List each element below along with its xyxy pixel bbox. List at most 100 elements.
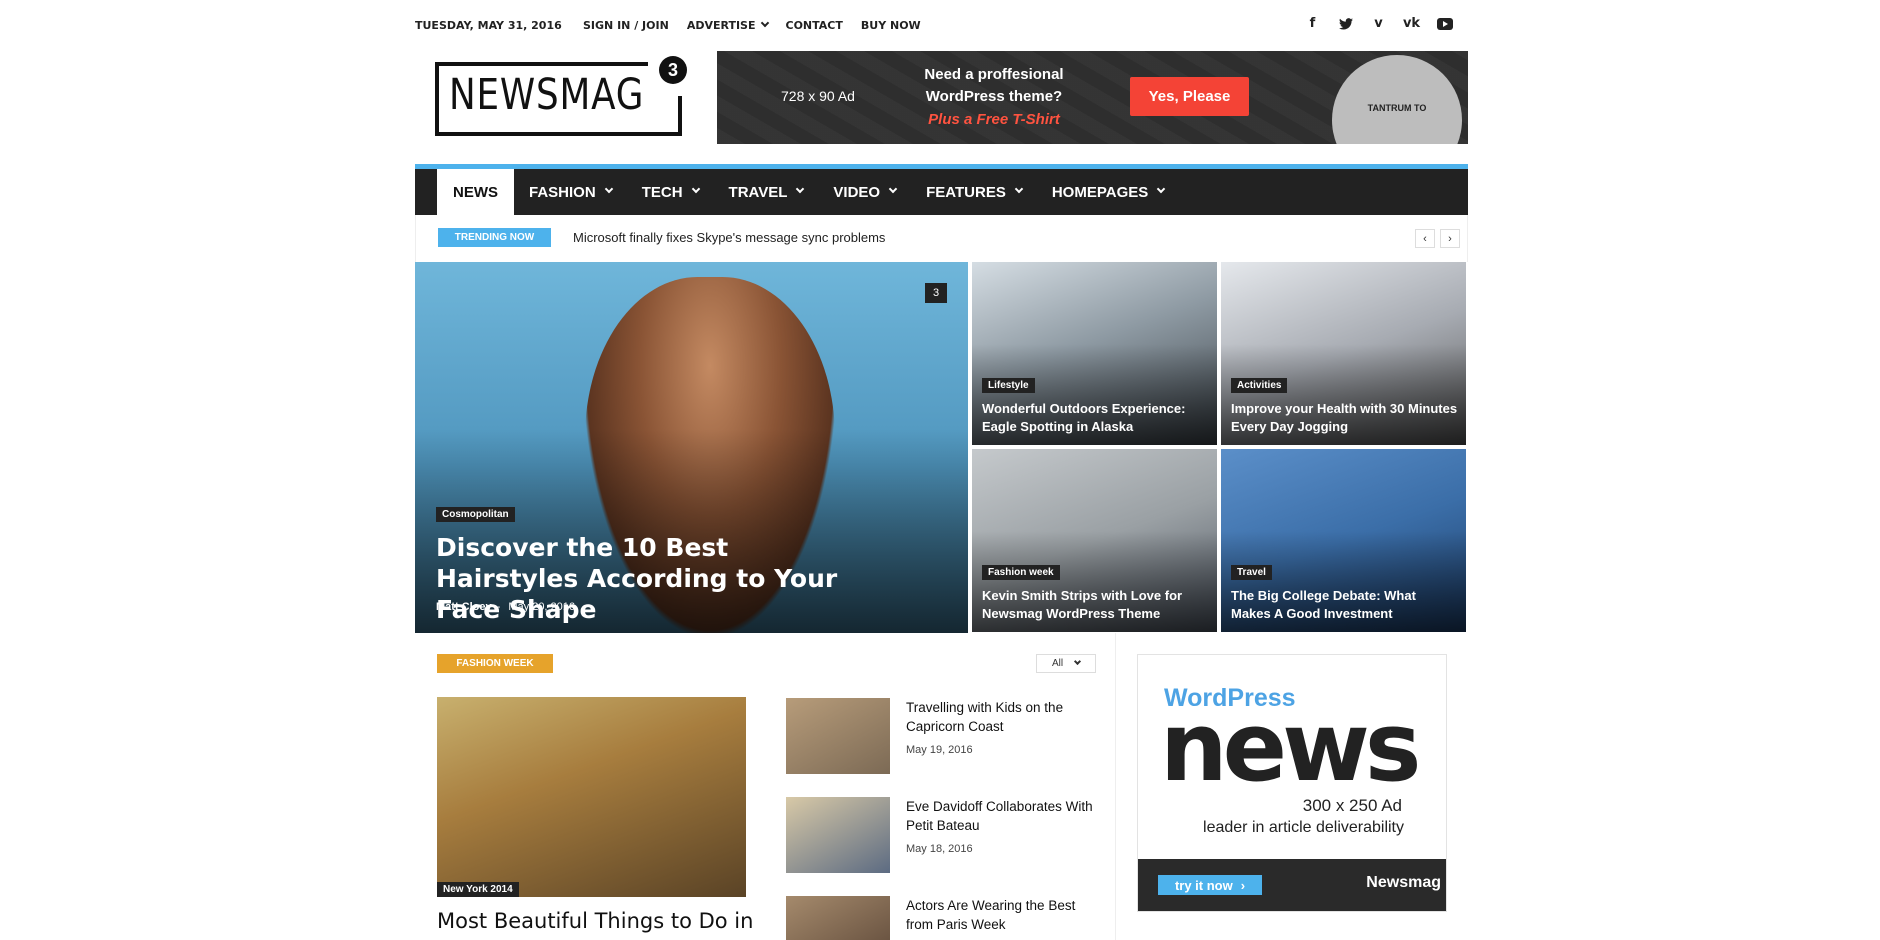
- section-badge: FASHION WEEK: [437, 654, 553, 673]
- article-date: May 19, 2016: [906, 744, 973, 756]
- article-thumbnail[interactable]: [786, 896, 890, 940]
- featured-tile[interactable]: Activities Improve your Health with 30 M…: [1221, 262, 1466, 445]
- chevron-right-icon: ›: [1240, 877, 1246, 893]
- chevron-down-icon: [796, 184, 805, 194]
- chevron-down-icon: [1157, 184, 1166, 194]
- social-icons: f v vk: [1303, 14, 1454, 33]
- chevron-down-icon: [760, 18, 769, 28]
- trending-headline[interactable]: Microsoft finally fixes Skype's message …: [573, 230, 885, 245]
- top-bar: TUESDAY, MAY 31, 2016 SIGN IN / JOIN ADV…: [415, 0, 1468, 50]
- sidebar-ad-tagline: leader in article deliverability: [1203, 819, 1404, 836]
- banner-line-2: WordPress theme?: [925, 88, 1063, 105]
- category-label[interactable]: Travel: [1231, 565, 1272, 580]
- featured-tile[interactable]: Lifestyle Wonderful Outdoors Experience:…: [972, 262, 1217, 445]
- nav-label: FEATURES: [926, 183, 1006, 201]
- banner-headline: Need a proffesional WordPress theme?: [919, 64, 1069, 108]
- trending-badge: TRENDING NOW: [438, 228, 551, 247]
- author-name[interactable]: Matt Cloey: [436, 601, 492, 613]
- twitter-icon[interactable]: [1336, 14, 1355, 33]
- nav-label: HOMEPAGES: [1051, 183, 1149, 201]
- sidebar-ad[interactable]: WordPress news 300 x 250 Ad leader in ar…: [1137, 654, 1447, 912]
- comment-count-badge[interactable]: 3: [925, 283, 947, 303]
- sidebar-ad-size: 300 x 250 Ad: [1302, 796, 1402, 815]
- article-title[interactable]: Improve your Health with 30 Minutes Ever…: [1231, 400, 1459, 436]
- nav-label: TECH: [641, 183, 683, 201]
- column-divider: [1115, 633, 1116, 940]
- article-thumbnail[interactable]: [786, 698, 890, 774]
- nav-label: VIDEO: [833, 183, 881, 201]
- current-date: TUESDAY, MAY 31, 2016: [415, 19, 562, 32]
- logo-text: NEWSMAG: [449, 70, 645, 120]
- facebook-icon[interactable]: f: [1303, 14, 1322, 33]
- article-title[interactable]: Kevin Smith Strips with Love for Newsmag…: [982, 587, 1210, 623]
- nav-item-travel[interactable]: TRAVEL: [714, 169, 819, 215]
- fashion-main-image[interactable]: New York 2014: [437, 697, 746, 897]
- list-item: Eve Davidoff Collaborates With Petit Bat…: [786, 797, 1104, 877]
- article-date: May 20, 2016: [508, 601, 576, 613]
- chevron-down-icon: [1014, 184, 1024, 194]
- tshirt-print: TANTRUM TO: [1367, 103, 1427, 113]
- advertise-menu[interactable]: ADVERTISE: [686, 18, 769, 32]
- sidebar-ad-brand: Newsmag: [1366, 874, 1441, 891]
- try-label: try it now: [1174, 877, 1233, 893]
- article-title[interactable]: The Big College Debate: What Makes A Goo…: [1231, 587, 1459, 623]
- trending-bar: TRENDING NOW Microsoft finally fixes Sky…: [415, 215, 1468, 262]
- logo-version-badge: 3: [659, 56, 687, 84]
- trending-controls: ‹ ›: [1415, 229, 1460, 248]
- site-logo[interactable]: NEWSMAG 3: [435, 56, 687, 138]
- article-date: May 18, 2016: [906, 843, 973, 855]
- try-it-now-button[interactable]: try it now ›: [1158, 875, 1262, 895]
- sidebar-ad-footer: try it now › Newsmag: [1138, 859, 1446, 911]
- banner-ad-size: 728 x 90 Ad: [781, 88, 855, 104]
- sidebar-ad-news: news: [1160, 693, 1421, 803]
- category-filter-select[interactable]: All: [1036, 654, 1096, 673]
- fashion-main-title[interactable]: Most Beautiful Things to Do in: [437, 909, 753, 933]
- featured-tile[interactable]: Fashion week Kevin Smith Strips with Lov…: [972, 449, 1217, 632]
- contact-link[interactable]: CONTACT: [786, 19, 843, 32]
- prev-arrow-icon[interactable]: ‹: [1415, 229, 1435, 248]
- category-label[interactable]: Fashion week: [982, 565, 1060, 580]
- nav-item-tech[interactable]: TECH: [627, 169, 714, 215]
- category-label[interactable]: Lifestyle: [982, 378, 1035, 393]
- chevron-down-icon: [691, 184, 700, 194]
- nav-item-news[interactable]: NEWS: [437, 169, 514, 215]
- banner-line-1: Need a proffesional: [924, 66, 1064, 83]
- article-title[interactable]: Wonderful Outdoors Experience: Eagle Spo…: [982, 400, 1210, 436]
- buy-now-link[interactable]: BUY NOW: [861, 19, 921, 32]
- filter-value: All: [1052, 658, 1064, 669]
- nav-item-homepages[interactable]: HOMEPAGES: [1037, 169, 1179, 215]
- featured-main-article[interactable]: 3 Cosmopolitan Discover the 10 Best Hair…: [415, 262, 968, 633]
- nav-item-fashion[interactable]: FASHION: [514, 169, 627, 215]
- category-label[interactable]: Activities: [1231, 378, 1288, 393]
- advertise-label: ADVERTISE: [686, 19, 756, 32]
- banner-ad[interactable]: 728 x 90 Ad Need a proffesional WordPres…: [717, 51, 1468, 144]
- banner-cta-button[interactable]: Yes, Please: [1130, 77, 1249, 116]
- nav-label: FASHION: [529, 183, 596, 201]
- list-item: Travelling with Kids on the Capricorn Co…: [786, 698, 1104, 778]
- vimeo-icon[interactable]: v: [1369, 14, 1388, 33]
- article-meta: Matt Cloey - May 20, 2016: [436, 601, 575, 613]
- article-title[interactable]: Actors Are Wearing the Best from Paris W…: [906, 896, 1101, 934]
- featured-tile[interactable]: Travel The Big College Debate: What Make…: [1221, 449, 1466, 632]
- banner-offer: Plus a Free T-Shirt: [928, 111, 1060, 128]
- chevron-down-icon: [888, 184, 898, 194]
- nav-item-features[interactable]: FEATURES: [911, 169, 1037, 215]
- article-thumbnail[interactable]: [786, 797, 890, 873]
- chevron-down-icon: [1074, 657, 1082, 666]
- category-label[interactable]: Cosmopolitan: [436, 507, 515, 522]
- category-label[interactable]: New York 2014: [437, 882, 519, 897]
- youtube-icon[interactable]: [1435, 14, 1454, 33]
- main-navigation: NEWS FASHION TECH TRAVEL VIDEO FEATURES …: [415, 164, 1468, 215]
- sign-in-link[interactable]: SIGN IN / JOIN: [583, 19, 669, 32]
- nav-label: TRAVEL: [728, 183, 788, 201]
- top-links: SIGN IN / JOIN ADVERTISE CONTACT BUY NOW: [583, 18, 921, 32]
- vk-icon[interactable]: vk: [1402, 14, 1421, 33]
- article-title[interactable]: Travelling with Kids on the Capricorn Co…: [906, 698, 1101, 736]
- article-title[interactable]: Eve Davidoff Collaborates With Petit Bat…: [906, 797, 1101, 835]
- nav-item-video[interactable]: VIDEO: [818, 169, 911, 215]
- list-item: Actors Are Wearing the Best from Paris W…: [786, 896, 1104, 940]
- next-arrow-icon[interactable]: ›: [1440, 229, 1460, 248]
- meta-separator: -: [496, 601, 501, 613]
- chevron-down-icon: [604, 184, 613, 194]
- nav-label: NEWS: [453, 183, 498, 201]
